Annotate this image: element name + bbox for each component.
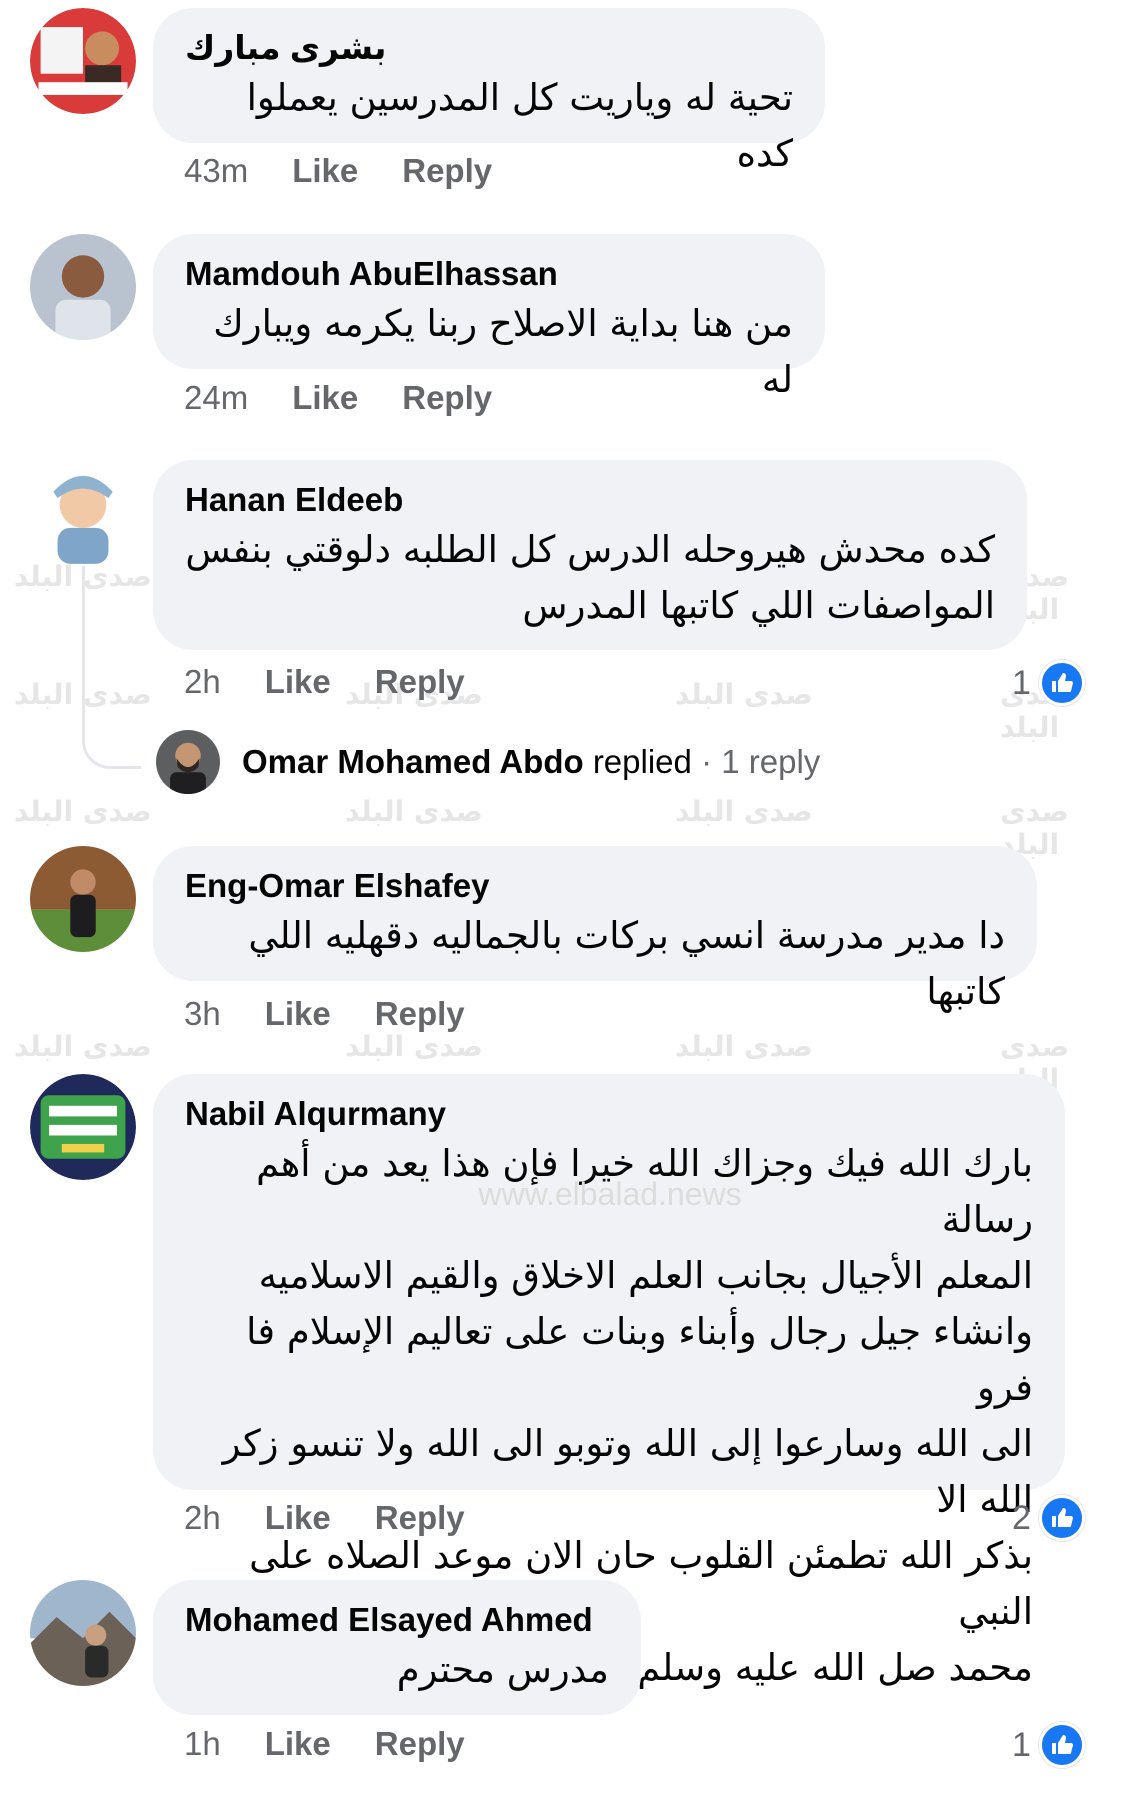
comment-bubble: Hanan Eldeeb كده محدش هيروحله الدرس كل ا… <box>153 460 1027 650</box>
profile-photo-text-badge-icon <box>30 1074 136 1180</box>
comment-actions: 1h Like Reply <box>184 1725 465 1763</box>
comment-author[interactable]: Eng-Omar Elshafey <box>185 864 1005 908</box>
like-reaction-icon <box>1038 1495 1085 1541</box>
watermark: صدى البلد <box>675 678 813 711</box>
reaction-summary[interactable]: 1 <box>1012 660 1085 706</box>
avatar[interactable] <box>30 1074 136 1180</box>
comment-time[interactable]: 43m <box>184 152 248 190</box>
reply-button[interactable]: Reply <box>375 663 465 701</box>
profile-photo-child-icon <box>30 460 136 566</box>
avatar[interactable] <box>30 1580 136 1686</box>
reply-button[interactable]: Reply <box>375 1725 465 1763</box>
reaction-count: 2 <box>1012 1498 1031 1537</box>
like-reaction-icon <box>1038 660 1085 706</box>
watermark: صدى البلد <box>14 795 152 828</box>
watermark: صدى البلد <box>1000 795 1069 861</box>
profile-photo-badge-icon <box>30 8 136 114</box>
reaction-summary[interactable]: 2 <box>1012 1495 1085 1541</box>
like-button[interactable]: Like <box>265 1499 331 1537</box>
watermark: صدى البلد <box>345 795 483 828</box>
comment-actions: 24m Like Reply <box>184 379 492 417</box>
like-button[interactable]: Like <box>265 1725 331 1763</box>
reply-count: 1 reply <box>721 743 821 780</box>
comment-bubble: Eng-Omar Elshafey دا مدير مدرسة انسي برك… <box>153 846 1037 1013</box>
comment-time[interactable]: 1h <box>184 1725 221 1763</box>
comment-time[interactable]: 3h <box>184 995 221 1033</box>
comment-time[interactable]: 2h <box>184 1499 221 1537</box>
like-button[interactable]: Like <box>292 379 358 417</box>
like-button[interactable]: Like <box>265 995 331 1033</box>
comment-text: المواصفات اللي كاتبها المدرس <box>522 584 995 627</box>
watermark: صدى البلد <box>14 1030 152 1063</box>
watermark: صدى البلد <box>345 1030 483 1063</box>
profile-photo-bearded-man-icon <box>156 730 220 794</box>
watermark-url: www.elbalad.news <box>478 1176 742 1212</box>
comment-bubble: Mohamed Elsayed Ahmed مدرس محترم <box>153 1580 641 1715</box>
comment-author[interactable]: Mohamed Elsayed Ahmed <box>185 1598 609 1642</box>
reply-thread-connector <box>82 550 141 769</box>
comment-time[interactable]: 2h <box>184 663 221 701</box>
view-replies-link[interactable]: Omar Mohamed Abdo replied · 1 reply <box>156 730 820 794</box>
comment-author[interactable]: Mamdouh AbuElhassan <box>185 252 793 296</box>
reaction-count: 1 <box>1012 1725 1031 1764</box>
reply-verb: replied <box>592 743 692 780</box>
avatar[interactable] <box>156 730 220 794</box>
reply-separator: · <box>701 743 713 780</box>
comment-actions: 3h Like Reply <box>184 995 465 1033</box>
comment-text: كده محدش هيروحله الدرس كل الطلبه دلوقتي … <box>185 528 995 571</box>
profile-photo-man-mountain-icon <box>30 1580 136 1686</box>
comment-bubble: Nabil Alqurmany بارك الله فيك وجزاك الله… <box>153 1074 1065 1689</box>
comment-actions: 2h Like Reply <box>184 1499 465 1537</box>
comment-bubble: Mamdouh AbuElhassan من هنا بداية الاصلاح… <box>153 234 825 401</box>
comment-actions: 2h Like Reply <box>184 663 465 701</box>
comment-text: وانشاء جيل رجال وأبناء وبنات على تعاليم … <box>246 1310 1033 1409</box>
avatar[interactable] <box>30 846 136 952</box>
reaction-summary[interactable]: 1 <box>1012 1722 1085 1768</box>
reply-author: Omar Mohamed Abdo <box>242 743 584 780</box>
reply-button[interactable]: Reply <box>402 379 492 417</box>
reply-button[interactable]: Reply <box>402 152 492 190</box>
reply-button[interactable]: Reply <box>375 1499 465 1537</box>
comment-author[interactable]: Nabil Alqurmany <box>185 1092 1033 1136</box>
comment-actions: 43m Like Reply <box>184 152 492 190</box>
comment-text: المعلم الأجيال بجانب العلم الاخلاق والقي… <box>258 1254 1033 1297</box>
reaction-count: 1 <box>1012 663 1031 702</box>
avatar[interactable] <box>30 460 136 566</box>
avatar[interactable] <box>30 234 136 340</box>
profile-photo-man-icon <box>30 234 136 340</box>
watermark: صدى البلد <box>675 795 813 828</box>
like-button[interactable]: Like <box>265 663 331 701</box>
like-button[interactable]: Like <box>292 152 358 190</box>
comment-text: مدرس محترم <box>396 1648 609 1691</box>
comment-author[interactable]: بشرى مبارك <box>185 26 793 70</box>
comment-time[interactable]: 24m <box>184 379 248 417</box>
reply-button[interactable]: Reply <box>375 995 465 1033</box>
like-reaction-icon <box>1038 1722 1085 1768</box>
avatar[interactable] <box>30 8 136 114</box>
comment-author[interactable]: Hanan Eldeeb <box>185 478 995 522</box>
profile-photo-man-outdoor-icon <box>30 846 136 952</box>
comment-bubble: بشرى مبارك تحية له وياريت كل المدرسين يع… <box>153 8 825 175</box>
watermark: صدى البلد <box>675 1030 813 1063</box>
